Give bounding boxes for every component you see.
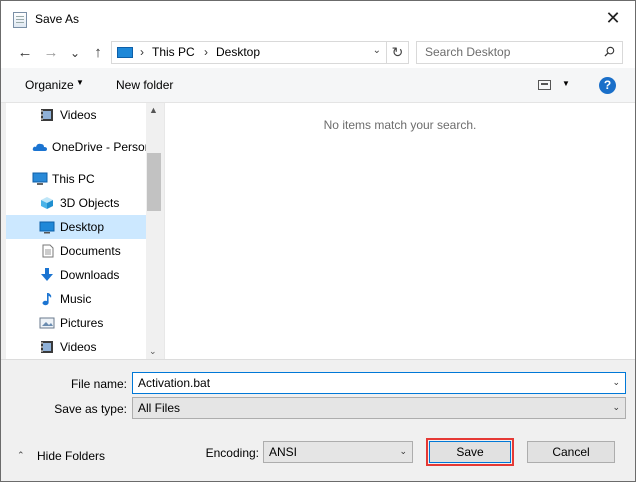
save-as-dialog: Save As ✕ ← → ⌄ ↑ › This PC › Desktop ⌄ …: [0, 0, 636, 482]
nav-item-music[interactable]: Music: [6, 287, 146, 311]
nav-item-label: Music: [60, 292, 92, 306]
nav-item-downloads[interactable]: Downloads: [6, 263, 146, 287]
picture-icon: [39, 317, 55, 329]
help-button[interactable]: ?: [599, 77, 616, 94]
encoding-label: Encoding:: [205, 446, 259, 460]
dialog-title: Save As: [35, 12, 80, 26]
nav-item-3d-objects[interactable]: 3D Objects: [6, 191, 146, 215]
forward-button[interactable]: →: [41, 42, 61, 64]
address-dropdown-button[interactable]: ⌄: [373, 45, 381, 56]
cancel-button[interactable]: Cancel: [527, 441, 615, 463]
scroll-up-button[interactable]: ▲: [149, 105, 158, 115]
chevron-down-icon[interactable]: ⌄: [612, 402, 620, 413]
scroll-thumb[interactable]: [147, 153, 161, 211]
navigation-pane: Videos OneDrive - Person This PC 3D Obje…: [6, 103, 162, 359]
chevron-up-icon: ⌃: [17, 450, 25, 460]
nav-item-label: Videos: [60, 108, 97, 122]
title-bar: Save As ✕: [1, 1, 635, 38]
nav-item-label: Desktop: [60, 220, 105, 234]
organize-button[interactable]: Organize: [25, 78, 74, 92]
save-as-type-value: All Files: [138, 401, 181, 415]
file-name-field[interactable]: Activation.bat ⌄: [132, 372, 626, 394]
chevron-down-icon[interactable]: ⌄: [399, 446, 407, 457]
save-as-type-label: Save as type:: [54, 402, 127, 416]
refresh-button[interactable]: ↻: [386, 42, 408, 63]
hide-folders-label: Hide Folders: [37, 449, 106, 463]
search-box: [416, 41, 623, 64]
encoding-select[interactable]: ANSI ⌄: [263, 441, 413, 463]
nav-item-label: Downloads: [60, 268, 120, 282]
chevron-down-icon[interactable]: ▼: [562, 79, 570, 88]
command-bar: Organize ▼ New folder ▼ ?: [1, 68, 635, 103]
music-icon: [42, 293, 52, 306]
save-button[interactable]: Save: [426, 438, 514, 466]
nav-item-onedrive[interactable]: OneDrive - Person: [6, 135, 146, 159]
nav-item-this-pc[interactable]: This PC: [6, 167, 146, 191]
nav-item-label: OneDrive - Person: [52, 140, 146, 154]
nav-item-videos-top[interactable]: Videos: [6, 103, 146, 127]
computer-icon: [32, 172, 48, 185]
encoding-value: ANSI: [269, 445, 298, 459]
nav-item-documents[interactable]: Documents: [6, 239, 146, 263]
computer-icon: [117, 47, 133, 58]
navigation-bar: ← → ⌄ ↑ › This PC › Desktop ⌄ ↻: [1, 38, 635, 68]
file-name-label: File name:: [70, 377, 127, 391]
recent-locations-button[interactable]: ⌄: [65, 42, 85, 64]
video-icon: [41, 341, 53, 353]
navigation-scrollbar[interactable]: ▲ ⌄: [146, 103, 162, 359]
notepad-icon: [13, 12, 27, 28]
cube-icon: [41, 197, 53, 209]
file-list-pane[interactable]: No items match your search.: [164, 103, 635, 359]
save-as-type-select[interactable]: All Files ⌄: [132, 397, 626, 419]
file-name-value[interactable]: Activation.bat: [138, 376, 210, 390]
up-button[interactable]: ↑: [88, 42, 108, 64]
nav-item-label: Videos: [60, 340, 97, 354]
breadcrumb-separator[interactable]: ›: [140, 45, 144, 59]
document-icon: [42, 244, 54, 258]
new-folder-button[interactable]: New folder: [116, 78, 173, 92]
nav-item-desktop[interactable]: Desktop: [6, 215, 146, 239]
nav-item-label: This PC: [52, 172, 95, 186]
view-options-icon[interactable]: [538, 80, 551, 90]
nav-item-label: 3D Objects: [60, 196, 120, 210]
nav-item-pictures[interactable]: Pictures: [6, 311, 146, 335]
breadcrumb-this-pc[interactable]: This PC: [152, 45, 195, 59]
nav-item-label: Pictures: [60, 316, 104, 330]
breadcrumb-desktop[interactable]: Desktop: [216, 45, 260, 59]
desktop-icon: [39, 221, 55, 234]
nav-item-videos[interactable]: Videos: [6, 335, 146, 359]
empty-message: No items match your search.: [323, 118, 477, 132]
download-icon: [41, 268, 53, 281]
cloud-icon: [32, 143, 47, 151]
breadcrumb-separator[interactable]: ›: [204, 45, 208, 59]
save-form: File name: Activation.bat ⌄ Save as type…: [1, 359, 635, 481]
chevron-down-icon[interactable]: ▼: [76, 78, 84, 87]
back-button[interactable]: ←: [15, 42, 35, 64]
close-button[interactable]: ✕: [603, 7, 623, 29]
video-icon: [41, 109, 53, 121]
search-input[interactable]: [425, 45, 600, 59]
chevron-down-icon[interactable]: ⌄: [612, 377, 620, 388]
nav-item-label: Documents: [60, 244, 121, 258]
search-icon: [604, 46, 615, 57]
address-bar[interactable]: › This PC › Desktop ⌄ ↻: [111, 41, 409, 64]
scroll-down-button[interactable]: ⌄: [149, 346, 157, 357]
